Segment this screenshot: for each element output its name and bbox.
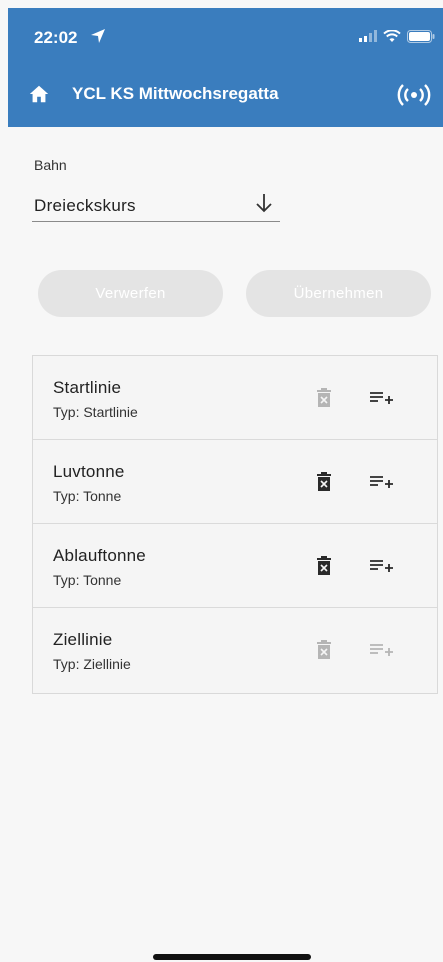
delete-icon[interactable] [316, 388, 332, 408]
delete-icon[interactable] [316, 472, 332, 492]
course-select-value: Dreieckskurs [34, 196, 136, 215]
list-item[interactable]: Ablauftonne Typ: Tonne [33, 524, 437, 608]
app-header: 22:02 YCL KS Mittwochsregatta [8, 8, 443, 127]
arrow-down-icon[interactable] [254, 192, 274, 214]
apply-button[interactable]: Übernehmen [246, 270, 431, 317]
list-item[interactable]: Luvtonne Typ: Tonne [33, 440, 437, 524]
add-to-queue-icon[interactable] [369, 473, 393, 491]
course-marks-list: Startlinie Typ: Startlinie Luvtonne Typ:… [32, 355, 438, 694]
app-bar: YCL KS Mittwochsregatta [8, 63, 443, 127]
status-icons [359, 28, 435, 44]
mark-name: Ablauftonne [53, 546, 146, 565]
broadcast-icon[interactable] [397, 83, 431, 107]
mark-type: Typ: Tonne [53, 488, 122, 504]
mark-type: Typ: Ziellinie [53, 656, 131, 672]
app-title: YCL KS Mittwochsregatta [72, 84, 279, 103]
status-time: 22:02 [34, 28, 78, 47]
home-icon[interactable] [28, 83, 50, 105]
discard-button[interactable]: Verwerfen [38, 270, 223, 317]
wifi-icon [383, 29, 401, 42]
signal-icon [359, 30, 377, 42]
battery-icon [407, 29, 435, 43]
course-label: Bahn [34, 157, 67, 173]
status-bar: 22:02 [8, 8, 443, 63]
delete-icon[interactable] [316, 640, 332, 660]
mark-name: Ziellinie [53, 630, 113, 649]
add-to-queue-icon[interactable] [369, 557, 393, 575]
list-item[interactable]: Ziellinie Typ: Ziellinie [33, 608, 437, 692]
delete-icon[interactable] [316, 556, 332, 576]
mark-name: Startlinie [53, 378, 122, 397]
add-to-queue-icon[interactable] [369, 641, 393, 659]
add-to-queue-icon[interactable] [369, 389, 393, 407]
mark-type: Typ: Tonne [53, 572, 122, 588]
mark-type: Typ: Startlinie [53, 404, 138, 420]
course-select[interactable]: Dreieckskurs [32, 188, 280, 222]
list-item[interactable]: Startlinie Typ: Startlinie [33, 356, 437, 440]
location-arrow-icon [91, 29, 105, 43]
home-indicator[interactable] [153, 954, 311, 960]
mark-name: Luvtonne [53, 462, 125, 481]
